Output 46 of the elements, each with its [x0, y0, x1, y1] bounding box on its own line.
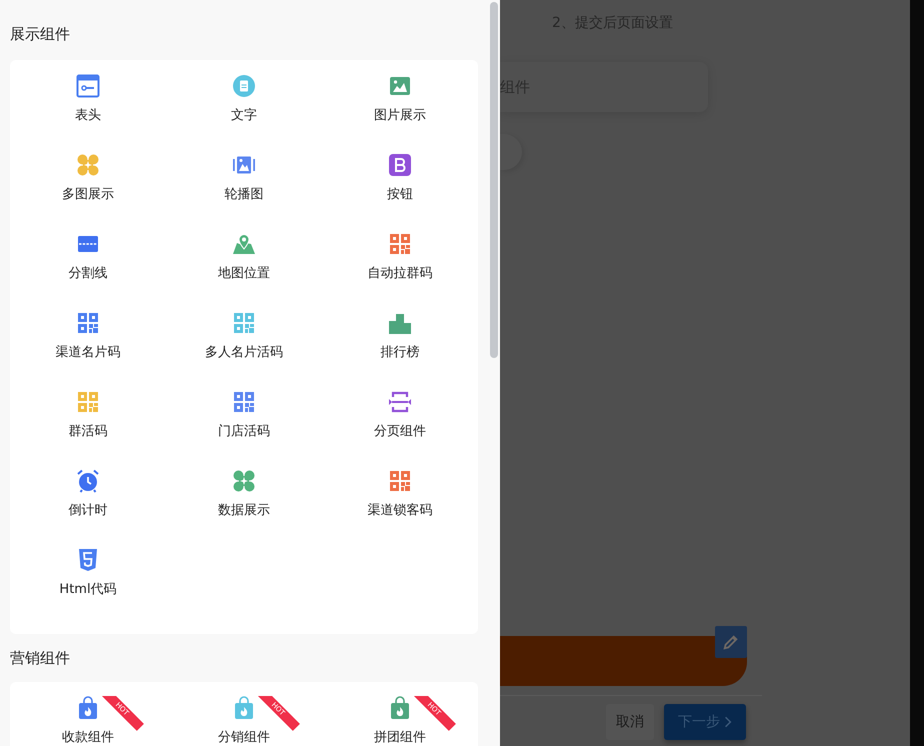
component-item[interactable]: 轮播图: [166, 153, 322, 232]
letter-b-icon: [388, 153, 412, 177]
html5-icon: [76, 548, 100, 572]
pencil-icon: [722, 633, 740, 651]
component-item[interactable]: 群活码: [10, 390, 166, 469]
component-item[interactable]: 图片展示: [322, 74, 478, 153]
component-item[interactable]: 按钮: [322, 153, 478, 232]
qr-code-icon: [388, 469, 412, 493]
shopping-bag-icon: [232, 696, 256, 720]
component-item[interactable]: 分割线: [10, 232, 166, 311]
component-item[interactable]: 表头: [10, 74, 166, 153]
component-item[interactable]: 分页组件: [322, 390, 478, 469]
component-item[interactable]: 自动拉群码: [322, 232, 478, 311]
scrollbar-thumb[interactable]: [490, 2, 498, 358]
component-item[interactable]: 数据展示: [166, 469, 322, 548]
image-icon: [388, 74, 412, 98]
window-icon: [76, 74, 100, 98]
alarm-clock-icon: [76, 469, 100, 493]
component-item[interactable]: Html代码: [10, 548, 166, 627]
podium-icon: [388, 311, 412, 335]
map-pin-icon: [232, 232, 256, 256]
component-item[interactable]: 排行榜: [322, 311, 478, 390]
shopping-bag-icon: [388, 696, 412, 720]
qr-code-icon: [76, 390, 100, 414]
pagination-icon: [388, 390, 412, 414]
component-item[interactable]: 多人名片活码: [166, 311, 322, 390]
section-title: 营销组件: [10, 648, 71, 669]
component-item[interactable]: 地图位置: [166, 232, 322, 311]
qr-code-icon: [388, 232, 412, 256]
component-item[interactable]: 倒计时: [10, 469, 166, 548]
component-item[interactable]: 渠道名片码: [10, 311, 166, 390]
round-button[interactable]: [500, 134, 522, 170]
component-item[interactable]: 文字: [166, 74, 322, 153]
document-icon: [232, 74, 256, 98]
four-circles-icon: [232, 469, 256, 493]
component-item[interactable]: 多图展示: [10, 153, 166, 232]
edit-button[interactable]: [715, 626, 747, 658]
four-circles-icon: [76, 153, 100, 177]
chevron-right-icon: [724, 716, 732, 728]
shopping-bag-icon: [76, 696, 100, 720]
qr-code-icon: [76, 311, 100, 335]
section-title: 展示组件: [10, 24, 71, 45]
qr-code-icon: [232, 311, 256, 335]
component-item[interactable]: 渠道锁客码: [322, 469, 478, 548]
component-item[interactable]: 门店活码: [166, 390, 322, 469]
qr-code-icon: [232, 390, 256, 414]
